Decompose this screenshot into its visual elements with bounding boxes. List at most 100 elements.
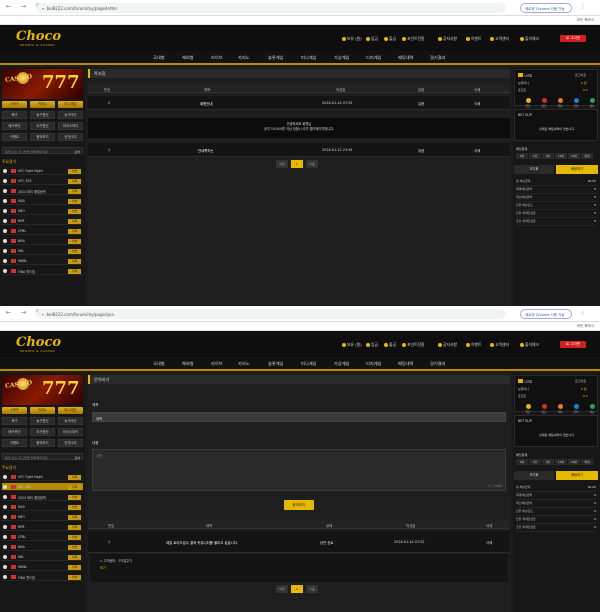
list-item[interactable]: FIBA 월드컵 전체: [2, 573, 83, 582]
place-bet-button[interactable]: 배팅하기: [556, 471, 598, 480]
address-bar[interactable]: ← bel8222.com/forum/my/page/letter: [36, 3, 506, 13]
game-view-button[interactable]: 전체: [68, 228, 81, 234]
sport-button[interactable]: 음악보기: [30, 133, 55, 141]
sport-button[interactable]: 야구원신: [30, 122, 55, 130]
util-event[interactable]: 이벤트: [466, 342, 481, 348]
nav-minigame[interactable]: 미니게임: [301, 361, 316, 367]
nav-tg-game[interactable]: 티지게임: [366, 361, 381, 367]
logout-button[interactable]: 로 그아웃: [560, 341, 586, 348]
site-logo[interactable]: Choco: [16, 29, 61, 44]
nav-virtual[interactable]: 가상게임: [334, 361, 349, 367]
sport-button[interactable]: 이벳트: [2, 133, 27, 141]
list-item[interactable]: UFC Fight Night 전체: [2, 167, 83, 176]
sport-button[interactable]: 축구: [2, 111, 27, 119]
game-view-button[interactable]: 전체: [68, 524, 81, 530]
sport-button[interactable]: 안전나리: [58, 439, 83, 447]
amount-button[interactable]: 50만: [568, 153, 580, 159]
amount-button[interactable]: 5만: [542, 153, 554, 159]
sport-button[interactable]: 농구원신: [30, 111, 55, 119]
nav-virtual[interactable]: 가상게임: [334, 55, 349, 61]
list-item-active[interactable]: UFC 305 전체: [2, 483, 83, 492]
table-row[interactable]: 1 안내쪽지는 2024-01-12 23:34 읽음 삭제: [88, 143, 510, 157]
amount-button[interactable]: 5만: [542, 459, 554, 465]
content-textarea[interactable]: 내용 0 / 2000: [92, 449, 506, 491]
sport-button[interactable]: 농구원신: [30, 417, 55, 425]
game-view-button[interactable]: 전체: [68, 208, 81, 214]
nav-slot[interactable]: 슬롯게임: [268, 55, 283, 61]
game-view-button[interactable]: 전체: [68, 544, 81, 550]
game-view-button[interactable]: 전체: [68, 494, 81, 500]
category-sports-button[interactable]: 스포츠: [2, 407, 27, 414]
util-point[interactable]: 포인트전환: [402, 342, 424, 348]
casino-banner[interactable]: CASINO 777: [2, 375, 83, 405]
amount-button[interactable]: 5천: [516, 153, 528, 159]
amount-button[interactable]: 5천: [516, 459, 528, 465]
category-casino-button[interactable]: 카지노: [30, 101, 55, 108]
nav-live[interactable]: 라이브: [211, 55, 223, 61]
sport-button[interactable]: 이벳트: [2, 439, 27, 447]
next-page-button[interactable]: 다음: [306, 160, 318, 168]
util-deposit[interactable]: 입금: [366, 36, 378, 42]
game-view-button[interactable]: 전체: [68, 248, 81, 254]
chrome-update-button[interactable]: 새로운 Chrome 사용 가능: [520, 309, 572, 319]
util-notice[interactable]: 공지사항: [438, 342, 457, 348]
list-item[interactable]: NPB 전체: [2, 217, 83, 226]
game-view-button[interactable]: 전체: [68, 198, 81, 204]
nav-overseas[interactable]: 해외형: [182, 361, 194, 367]
list-item[interactable]: 2024 파리 패럴림픽 전체: [2, 493, 83, 502]
util-point[interactable]: 포인트전환: [402, 36, 424, 42]
sport-button[interactable]: 음악보기: [30, 439, 55, 447]
category-minigame-button[interactable]: 미니게임: [58, 407, 83, 414]
menu-dots-icon[interactable]: ⋮: [580, 309, 586, 316]
game-view-button[interactable]: 전체: [68, 238, 81, 244]
list-item[interactable]: UFC 305 전체: [2, 177, 83, 186]
list-item[interactable]: WKBL 전체: [2, 563, 83, 572]
game-view-button[interactable]: 전체: [68, 178, 81, 184]
list-item[interactable]: UFC Fight Night 전체: [2, 473, 83, 482]
nav-casino[interactable]: 카지노: [238, 55, 250, 61]
util-withdraw[interactable]: 출금: [384, 36, 396, 42]
nav-bet-history[interactable]: 배팅내역: [398, 55, 413, 61]
nav-slot[interactable]: 슬롯게임: [268, 361, 283, 367]
nav-minigame[interactable]: 미니게임: [301, 55, 316, 61]
game-view-button[interactable]: 전체: [68, 504, 81, 510]
delete-link[interactable]: 삭제: [474, 101, 480, 106]
reply-view-link[interactable]: 보기: [100, 565, 106, 570]
util-attendance[interactable]: 출석체크: [520, 342, 539, 348]
quick-withdraw-button[interactable]: 출금: [537, 404, 551, 414]
prev-page-button[interactable]: 이전: [276, 160, 288, 168]
all-bookmarks-link[interactable]: 모든 북마크: [577, 324, 594, 329]
reset-button[interactable]: 초기화: [514, 471, 554, 480]
nav-results[interactable]: 경기결과: [430, 361, 445, 367]
game-view-button[interactable]: 전체: [68, 168, 81, 174]
category-sports-button[interactable]: 스포츠: [2, 101, 27, 108]
list-item[interactable]: MLB 전체: [2, 503, 83, 512]
list-item[interactable]: NBA 전체: [2, 543, 83, 552]
nav-casino[interactable]: 카지노: [238, 361, 250, 367]
team-search-input[interactable]: 팀명 또는 리그명을 입력해주세요 검색: [2, 453, 83, 460]
nav-domestic[interactable]: 국내형: [153, 55, 165, 61]
place-bet-button[interactable]: 배팅하기: [556, 165, 598, 174]
sport-button[interactable]: 야구원신: [30, 428, 55, 436]
util-withdraw[interactable]: 출금: [384, 342, 396, 348]
table-row[interactable]: 2 회원안내 2024-01-14 07:02 읽음 삭제: [88, 96, 510, 110]
site-logo[interactable]: Choco: [16, 335, 61, 350]
page-1-button[interactable]: 1: [291, 585, 303, 593]
amount-button[interactable]: 10만: [555, 153, 567, 159]
amount-button[interactable]: 10만: [555, 459, 567, 465]
util-event[interactable]: 이벤트: [466, 36, 481, 42]
sport-button[interactable]: 농구여신: [58, 417, 83, 425]
quick-info-button[interactable]: 정보: [585, 98, 599, 108]
list-item[interactable]: NBA 전체: [2, 237, 83, 246]
game-view-button[interactable]: 전체: [68, 554, 81, 560]
reset-button[interactable]: 초기화: [514, 165, 554, 174]
nav-results[interactable]: 경기결과: [430, 55, 445, 61]
game-view-button[interactable]: 전체: [68, 534, 81, 540]
list-item[interactable]: MLB 전체: [2, 197, 83, 206]
menu-dots-icon[interactable]: ⋮: [580, 3, 586, 10]
util-attendance[interactable]: 출석체크: [520, 36, 539, 42]
util-balance[interactable]: 보유 (원): [342, 342, 362, 348]
game-view-button[interactable]: 전체: [68, 514, 81, 520]
amount-button[interactable]: 1만: [529, 459, 541, 465]
search-button[interactable]: 검색: [74, 149, 80, 154]
